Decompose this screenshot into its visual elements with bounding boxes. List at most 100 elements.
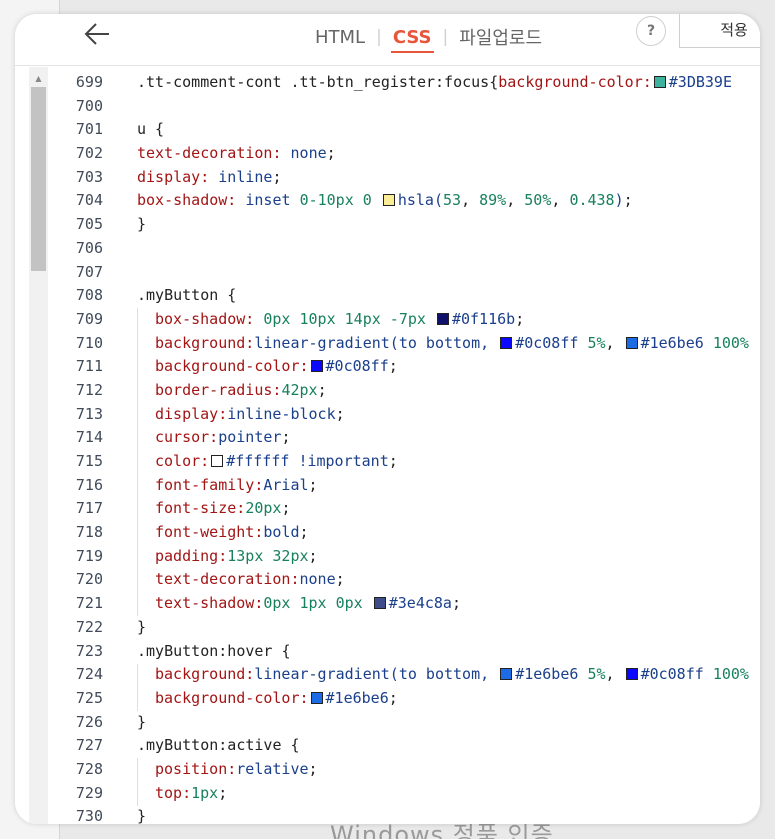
code-text: }	[137, 213, 146, 237]
code-line[interactable]: 725 background-color: #1e6be6;	[15, 687, 760, 711]
code-line[interactable]: 707	[15, 261, 760, 285]
line-number: 718	[75, 523, 103, 542]
code-line[interactable]: 716 font-family:Arial;	[15, 474, 760, 498]
line-number: 728	[75, 759, 103, 778]
code-line[interactable]: 711 background-color: #0c08ff;	[15, 355, 760, 379]
line-number: 699	[75, 73, 103, 91]
code-token: )	[614, 191, 624, 210]
code-line[interactable]: 700	[15, 95, 760, 119]
line-number: 704	[75, 191, 103, 210]
code-token: 0.438	[569, 191, 615, 210]
code-token: box-shadow:	[155, 309, 255, 328]
color-swatch[interactable]	[382, 194, 395, 207]
code-line[interactable]: 723 .myButton:hover {	[15, 640, 760, 664]
line-number: 717	[75, 499, 103, 518]
line-number: 712	[75, 380, 103, 399]
line-number: 719	[75, 546, 103, 565]
color-swatch[interactable]	[653, 76, 666, 88]
code-token: linear-gradient(to bottom,	[254, 333, 499, 352]
code-text: display: inline;	[137, 166, 282, 190]
code-token: background:	[155, 333, 255, 352]
code-token: pointer	[218, 428, 282, 447]
code-token: cursor:	[155, 428, 219, 447]
code-token: .myButton:hover {	[137, 641, 291, 660]
code-token: none	[281, 144, 327, 163]
color-swatch[interactable]	[211, 455, 224, 467]
code-token: u {	[137, 120, 165, 139]
color-swatch[interactable]	[373, 597, 386, 610]
code-line[interactable]: 729 top:1px;	[15, 782, 760, 806]
color-swatch[interactable]	[625, 668, 638, 681]
color-swatch[interactable]	[310, 360, 323, 373]
code-line[interactable]: 718 font-weight:bold;	[15, 521, 760, 545]
code-token: ,	[551, 191, 570, 210]
code-line[interactable]: 703 display: inline;	[15, 166, 760, 190]
code-editor[interactable]: ▲ 699 .tt-comment-cont .tt-btn_register:f…	[15, 67, 760, 824]
code-line[interactable]: 701 u {	[15, 118, 760, 142]
code-text: }	[137, 711, 146, 735]
tab-html[interactable]: HTML	[313, 27, 367, 48]
line-number: 715	[75, 452, 103, 470]
code-text: }	[137, 805, 146, 824]
help-button[interactable]: ?	[636, 16, 666, 46]
indent-guide	[137, 308, 138, 617]
code-line[interactable]: 726}	[15, 711, 760, 735]
code-line[interactable]: 728 position:relative;	[15, 758, 760, 782]
code-line[interactable]: 710 background:linear-gradient(to bottom,…	[15, 332, 760, 356]
code-line[interactable]: 720 text-decoration:none;	[15, 568, 760, 592]
code-text: top:1px;	[155, 782, 227, 806]
line-number: 721	[75, 594, 103, 613]
code-line[interactable]: 721 text-shadow:0px 1px 0px #3e4c8a;	[15, 592, 760, 616]
code-token: position:	[155, 759, 237, 778]
code-text: color: #ffffff !important;	[155, 450, 398, 474]
code-line[interactable]: 705}	[15, 213, 760, 237]
code-token: 42px	[281, 380, 318, 399]
tab-file-upload[interactable]: 파일업로드	[457, 24, 544, 50]
code-line[interactable]: 704 box-shadow: inset 0-10px 0 hsla(53, 8…	[15, 189, 760, 213]
line-number: 723	[75, 641, 103, 660]
color-swatch[interactable]	[310, 691, 323, 704]
code-line[interactable]: 699 .tt-comment-cont .tt-btn_register:foc…	[15, 71, 760, 95]
code-line[interactable]: 714 cursor:pointer;	[15, 426, 760, 450]
back-button[interactable]	[81, 18, 115, 52]
code-text: display:inline-block;	[155, 403, 345, 427]
code-line[interactable]: 727 .myButton:active {	[15, 734, 760, 758]
color-swatch[interactable]	[625, 336, 638, 349]
line-number: 713	[75, 404, 103, 423]
apply-button[interactable]: 적용	[679, 14, 760, 48]
color-swatch[interactable]	[436, 312, 449, 325]
code-token: .tt-comment-cont .tt-btn_register:focus{	[137, 73, 499, 91]
code-line[interactable]: 712 border-radius:42px;	[15, 379, 760, 403]
code-text: .myButton:hover {	[137, 640, 291, 664]
code-text: background:linear-gradient(to bottom, #0…	[155, 332, 749, 356]
code-text: cursor:pointer;	[155, 426, 290, 450]
code-line[interactable]: 722}	[15, 616, 760, 640]
code-token: display:	[137, 167, 210, 186]
code-token: 100%	[712, 333, 749, 352]
code-token: 5%	[587, 333, 606, 352]
code-line[interactable]: 709 box-shadow: 0px 10px 14px -7px #0f116…	[15, 308, 760, 332]
code-token: none	[299, 570, 336, 589]
code-line[interactable]: 702 text-decoration: none;	[15, 142, 760, 166]
code-line[interactable]: 724 background:linear-gradient(to bottom,…	[15, 663, 760, 687]
code-line[interactable]: 719 padding:13px 32px;	[15, 545, 760, 569]
code-token: ;	[451, 594, 461, 613]
code-line[interactable]: 708 .myButton {	[15, 284, 760, 308]
code-line[interactable]: 717 font-size:20px;	[15, 497, 760, 521]
tab-css[interactable]: CSS	[390, 27, 434, 53]
code-token: ;	[218, 783, 228, 802]
code-line[interactable]: 715 color: #ffffff !important;	[15, 450, 760, 474]
color-swatch[interactable]	[500, 668, 513, 681]
line-number: 702	[75, 144, 103, 163]
code-line[interactable]: 730}	[15, 805, 760, 824]
code-token: ;	[317, 380, 327, 399]
code-token: ;	[326, 144, 336, 163]
code-token: background-color:	[498, 73, 652, 91]
code-line[interactable]: 713 display:inline-block;	[15, 403, 760, 427]
indent-guide	[137, 758, 138, 806]
code-line[interactable]: 706	[15, 237, 760, 261]
line-number: 701	[75, 120, 103, 139]
color-swatch[interactable]	[500, 336, 513, 349]
question-mark-icon: ?	[646, 23, 656, 39]
line-number: 716	[75, 475, 103, 494]
